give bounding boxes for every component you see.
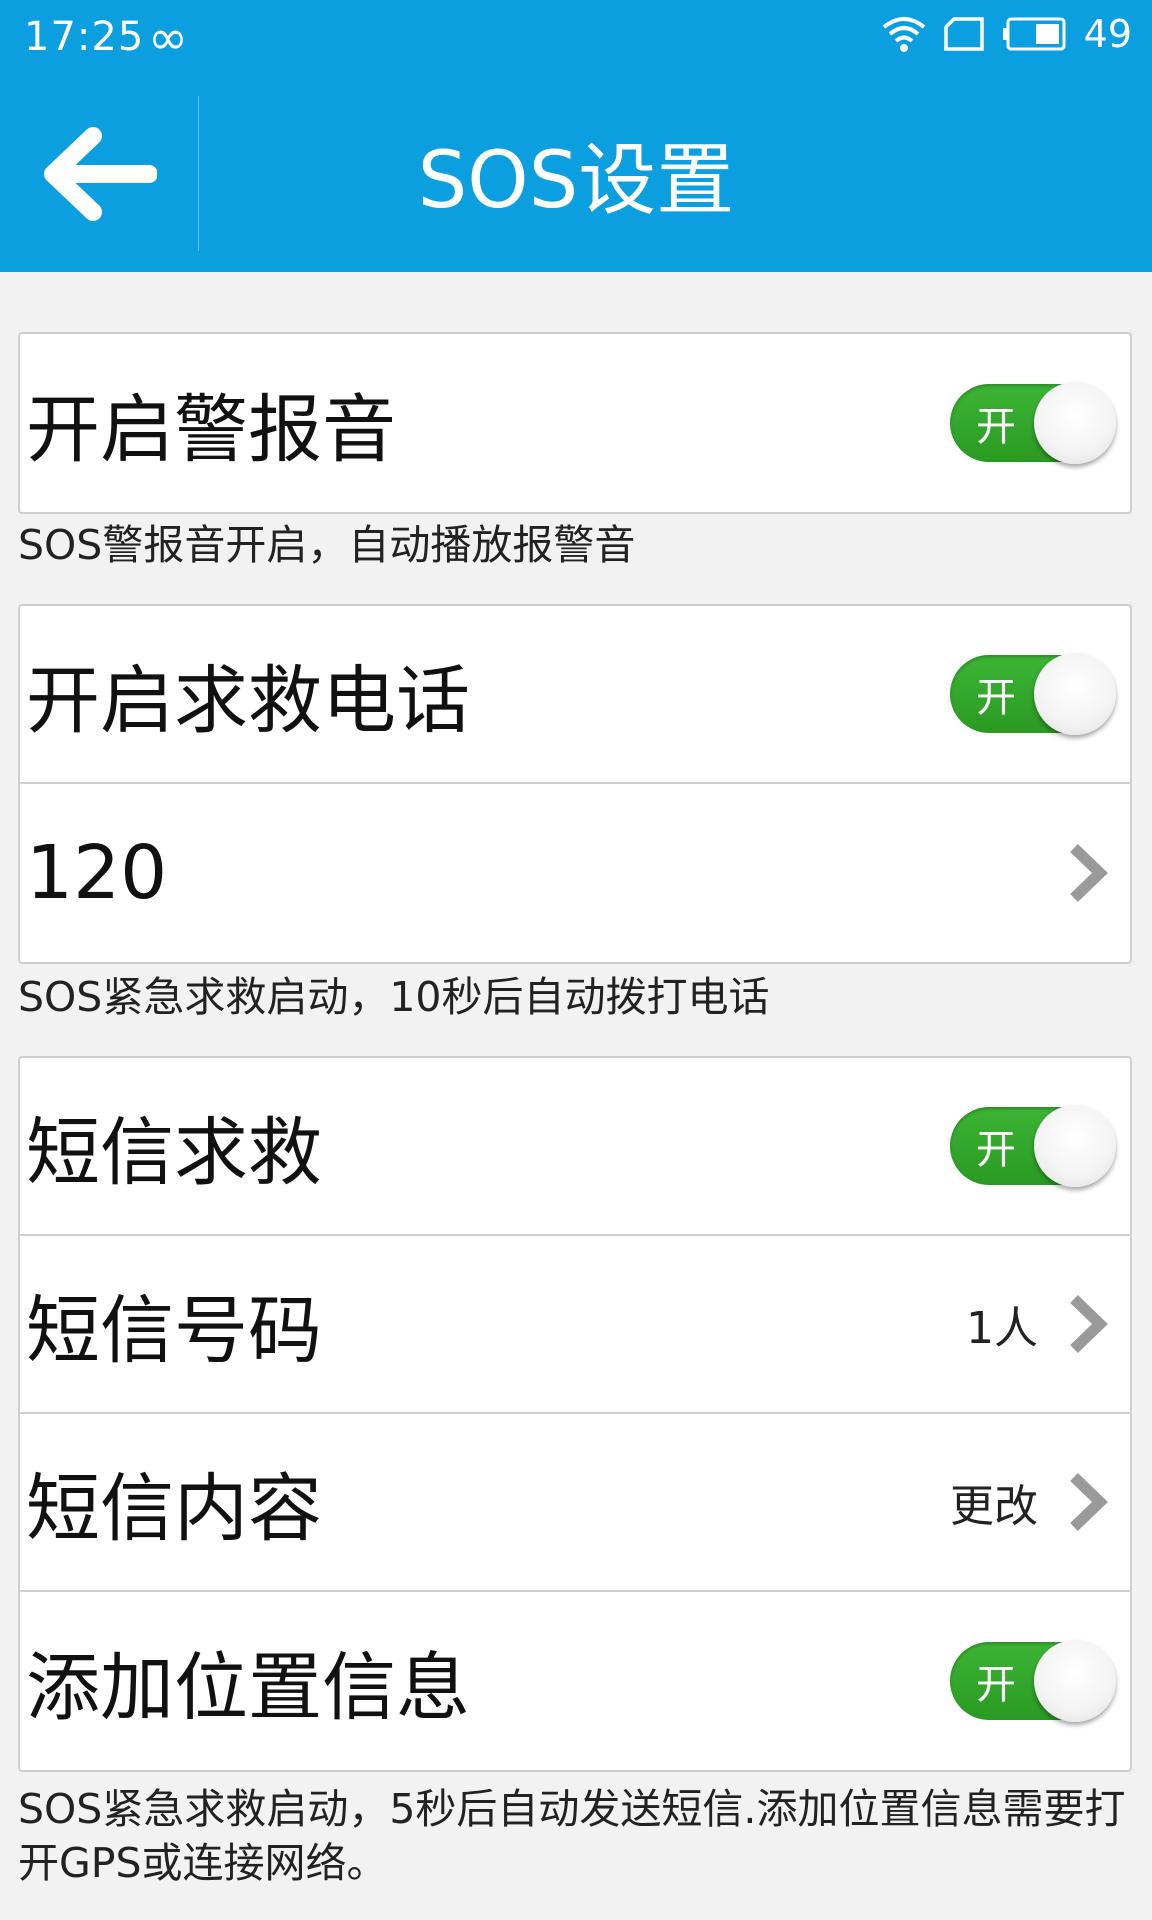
toggle-on-text: 开 [976,404,1016,450]
sms-content-label: 短信内容 [26,1465,322,1552]
alarm-description: SOS警报音开启，自动播放报警音 [18,521,636,569]
location-label: 添加位置信息 [26,1644,470,1731]
alarm-row[interactable]: 开启警报音 开 [20,334,1130,512]
sms-number-row[interactable]: 短信号码 1人 [20,1236,1130,1414]
alarm-group: 开启警报音 开 [18,332,1132,514]
location-toggle[interactable]: 开 [950,1640,1116,1722]
chevron-right-icon [1070,844,1108,902]
sms-content-row[interactable]: 短信内容 更改 [20,1414,1130,1592]
sms-content-value: 更改 [950,1481,1038,1532]
battery-level: 49 [1083,12,1132,56]
toggle-knob [1034,382,1116,464]
location-row[interactable]: 添加位置信息 开 [20,1592,1130,1770]
call-number: 120 [26,830,168,916]
battery-icon [1002,17,1066,51]
top-bar: 17:25 ∞ 49 SOS设置 [0,0,1152,272]
alarm-toggle[interactable]: 开 [950,382,1116,464]
sim-icon [943,17,984,51]
alarm-label: 开启警报音 [26,386,396,473]
sms-row[interactable]: 短信求救 开 [20,1058,1130,1236]
toggle-on-text: 开 [976,1127,1016,1173]
infinity-icon: ∞ [148,10,188,66]
call-number-row[interactable]: 120 [20,784,1130,962]
page-title: SOS设置 [417,136,735,226]
sms-number-value: 1人 [966,1303,1038,1354]
wifi-icon [882,15,926,53]
toggle-on-text: 开 [976,675,1016,721]
sms-toggle[interactable]: 开 [950,1105,1116,1187]
call-description: SOS紧急求救启动，10秒后自动拨打电话 [18,973,770,1021]
back-arrow-icon [44,127,157,221]
toggle-knob [1034,1640,1116,1722]
call-row[interactable]: 开启求救电话 开 [20,606,1130,784]
sms-group: 短信求救 开 短信号码 1人 短信内容 更改 添加位置信息 开 [18,1056,1132,1772]
sms-description: SOS紧急求救启动，5秒后自动发送短信.添加位置信息需要打开GPS或连接网络。 [18,1785,1126,1887]
chevron-right-icon [1070,1473,1108,1531]
toggle-knob [1034,1105,1116,1187]
toggle-knob [1034,653,1116,735]
chevron-right-icon [1070,1295,1108,1353]
back-button[interactable] [0,76,198,272]
call-toggle[interactable]: 开 [950,653,1116,735]
sms-label: 短信求救 [26,1109,322,1196]
call-label: 开启求救电话 [26,657,470,744]
app-header: SOS设置 [0,76,1152,272]
status-bar: 17:25 ∞ 49 [0,0,1152,76]
sms-number-label: 短信号码 [26,1287,322,1374]
call-group: 开启求救电话 开 120 [18,604,1132,964]
toggle-on-text: 开 [976,1662,1016,1708]
status-time: 17:25 [24,14,145,60]
